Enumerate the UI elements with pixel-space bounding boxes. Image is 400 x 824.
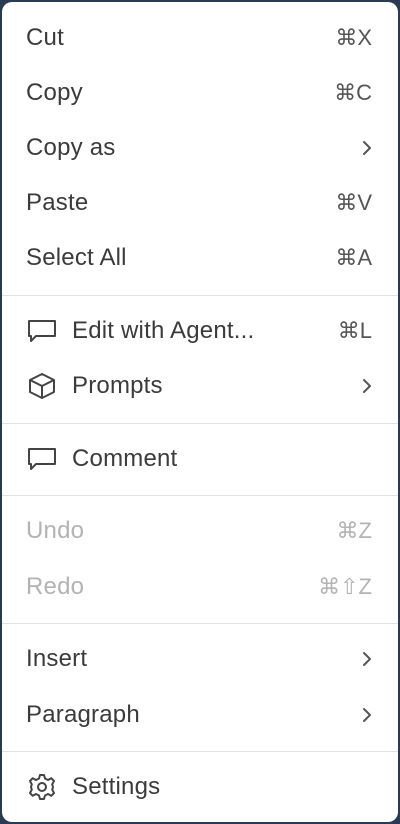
menu-item-label: Insert — [26, 645, 88, 672]
menu-item-settings[interactable]: Settings — [2, 765, 398, 809]
menu-item-copy-as[interactable]: Copy as — [2, 126, 398, 170]
menu-item-label: Copy as — [26, 134, 116, 161]
chevron-right-icon — [363, 379, 371, 393]
chat-bubble-icon — [28, 320, 56, 342]
menu-separator — [2, 751, 398, 752]
shortcut-label: ⌘⇧Z — [318, 574, 372, 599]
menu-item-label: Cut — [26, 24, 64, 51]
menu-item-label: Edit with Agent... — [72, 317, 255, 344]
shortcut-label: ⌘Z — [336, 518, 372, 543]
shortcut-label: ⌘V — [335, 190, 372, 215]
menu-item-label: Comment — [72, 445, 178, 472]
context-menu: Cut ⌘X Copy ⌘C Copy as Paste ⌘V Select A… — [2, 2, 398, 822]
shortcut-label: ⌘X — [335, 25, 372, 50]
cube-icon — [29, 373, 55, 399]
chevron-right-icon — [363, 708, 371, 722]
menu-item-select-all[interactable]: Select All ⌘A — [2, 236, 398, 280]
menu-item-label: Select All — [26, 244, 127, 271]
shortcut-label: ⌘C — [334, 80, 372, 105]
menu-item-label: Paste — [26, 189, 89, 216]
menu-item-paragraph[interactable]: Paragraph — [2, 693, 398, 737]
chevron-right-icon — [363, 141, 371, 155]
menu-separator — [2, 623, 398, 624]
menu-separator — [2, 423, 398, 424]
menu-item-insert[interactable]: Insert — [2, 637, 398, 681]
menu-item-undo: Undo ⌘Z — [2, 509, 398, 553]
menu-item-cut[interactable]: Cut ⌘X — [2, 16, 398, 60]
menu-item-label: Paragraph — [26, 701, 140, 728]
menu-item-edit-with-agent[interactable]: Edit with Agent... ⌘L — [2, 309, 398, 353]
shortcut-label: ⌘L — [337, 318, 372, 343]
menu-item-redo: Redo ⌘⇧Z — [2, 565, 398, 609]
menu-item-label: Undo — [26, 517, 85, 544]
menu-item-label: Copy — [26, 79, 83, 106]
comment-icon — [28, 448, 56, 470]
menu-item-paste[interactable]: Paste ⌘V — [2, 181, 398, 225]
menu-item-comment[interactable]: Comment — [2, 437, 398, 481]
menu-item-prompts[interactable]: Prompts — [2, 364, 398, 408]
menu-item-label: Prompts — [72, 372, 163, 399]
gear-icon — [29, 774, 55, 800]
menu-item-label: Settings — [72, 773, 161, 800]
menu-separator — [2, 295, 398, 296]
menu-item-copy[interactable]: Copy ⌘C — [2, 71, 398, 115]
menu-item-label: Redo — [26, 573, 85, 600]
menu-separator — [2, 495, 398, 496]
chevron-right-icon — [363, 652, 371, 666]
shortcut-label: ⌘A — [335, 245, 372, 270]
